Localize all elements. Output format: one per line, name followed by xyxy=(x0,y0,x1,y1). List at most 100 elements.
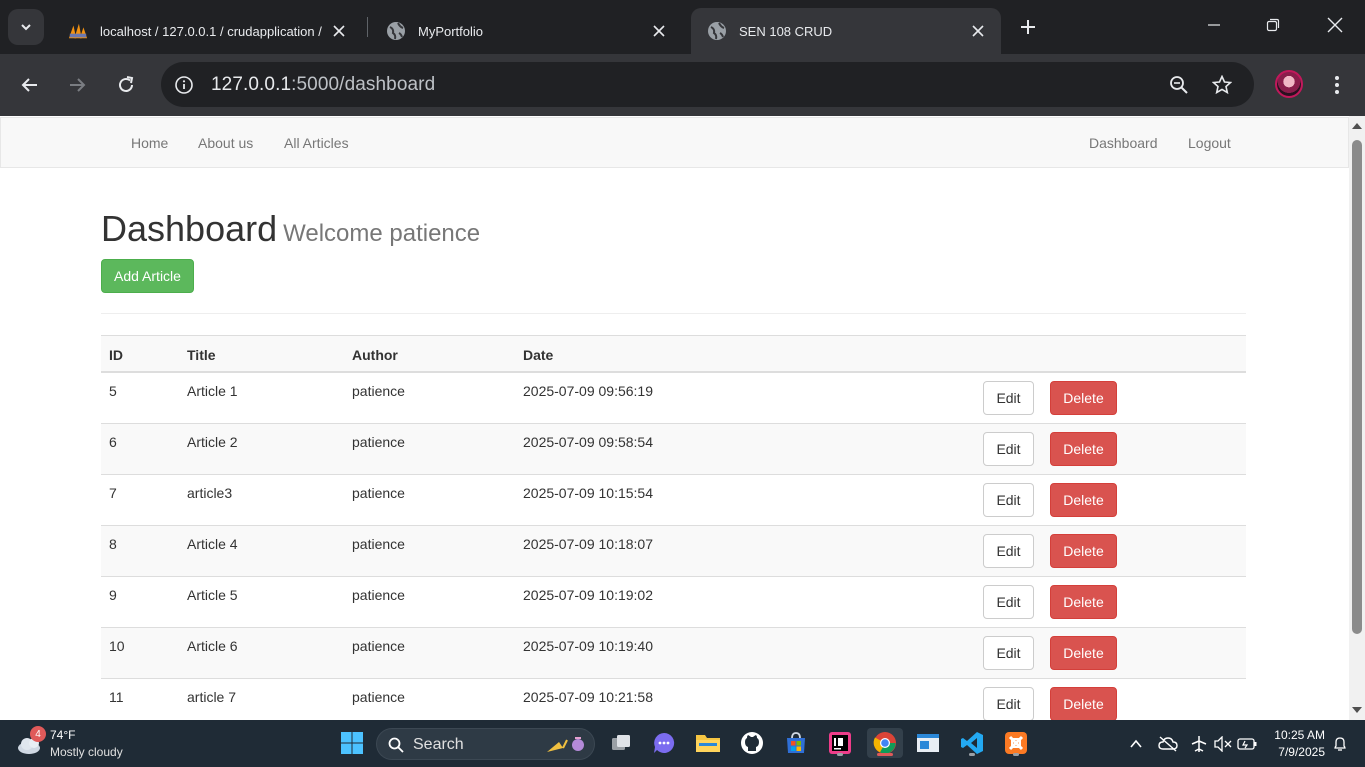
nav-link-home[interactable]: Home xyxy=(131,135,168,151)
microsoft-store-icon[interactable] xyxy=(781,728,811,758)
cell-id: 11 xyxy=(109,689,124,705)
cell-title: Article 5 xyxy=(187,587,238,603)
chat-icon[interactable] xyxy=(649,728,679,758)
cell-id: 7 xyxy=(109,485,117,501)
minimize-button[interactable] xyxy=(1199,10,1229,40)
close-icon xyxy=(1327,17,1343,33)
globe-icon xyxy=(386,21,406,41)
nav-link-about-us[interactable]: About us xyxy=(198,135,253,151)
cell-author: patience xyxy=(352,536,405,552)
github-icon[interactable] xyxy=(737,728,767,758)
chrome-icon[interactable] xyxy=(867,728,903,758)
address-bar[interactable]: 127.0.0.1:5000/dashboard xyxy=(161,62,1254,107)
edit-button[interactable]: Edit xyxy=(983,381,1034,415)
scroll-down-arrow-icon[interactable] xyxy=(1352,707,1362,713)
url-text[interactable]: 127.0.0.1:5000/dashboard xyxy=(211,74,435,96)
cell-id: 6 xyxy=(109,434,117,450)
reload-icon xyxy=(119,76,134,92)
cloud-offline-icon[interactable] xyxy=(1158,734,1178,754)
task-view-icon[interactable] xyxy=(606,728,636,758)
file-explorer-icon[interactable] xyxy=(693,728,723,758)
windows-start-icon[interactable] xyxy=(337,728,367,758)
site-navbar: Home About us All Articles Dashboard Log… xyxy=(0,117,1349,168)
tab-sen108-crud[interactable]: SEN 108 CRUD xyxy=(691,8,1001,54)
clock-time[interactable]: 10:25 AM xyxy=(1270,728,1325,742)
nav-link-all-articles[interactable]: All Articles xyxy=(284,135,349,151)
volume-muted-icon[interactable] xyxy=(1213,734,1233,754)
search-label: Search xyxy=(413,736,464,753)
edit-button[interactable]: Edit xyxy=(983,687,1034,720)
chevron-down-icon xyxy=(21,24,31,31)
cell-id: 5 xyxy=(109,383,117,399)
table-row: 8 Article 4 patience 2025-07-09 10:18:07… xyxy=(101,526,1246,577)
new-tab-button[interactable] xyxy=(1014,13,1042,41)
edit-button[interactable]: Edit xyxy=(983,534,1034,568)
zoom-icon[interactable] xyxy=(1166,72,1192,98)
edit-button[interactable]: Edit xyxy=(983,483,1034,517)
notification-center-icon[interactable] xyxy=(1330,734,1350,754)
header-title: Title xyxy=(187,347,216,363)
forward-button[interactable] xyxy=(61,69,93,101)
nav-link-logout[interactable]: Logout xyxy=(1188,135,1231,151)
delete-button[interactable]: Delete xyxy=(1050,534,1117,568)
more-menu-icon[interactable] xyxy=(1326,69,1348,101)
cell-author: patience xyxy=(352,587,405,603)
close-icon[interactable] xyxy=(650,22,668,40)
profile-avatar[interactable] xyxy=(1275,70,1303,98)
cell-date: 2025-07-09 09:58:54 xyxy=(523,434,653,450)
plus-icon xyxy=(1021,20,1035,34)
intellij-icon[interactable] xyxy=(825,728,855,758)
delete-button[interactable]: Delete xyxy=(1050,585,1117,619)
vscode-icon[interactable] xyxy=(957,728,987,758)
running-indicator xyxy=(1013,753,1019,756)
page-title-text: Dashboard xyxy=(101,208,278,249)
header-author: Author xyxy=(352,347,398,363)
weather-temperature[interactable]: 74°F xyxy=(50,728,75,742)
app-window-icon[interactable] xyxy=(913,728,943,758)
running-indicator xyxy=(969,753,975,756)
cell-title: article 7 xyxy=(187,689,237,705)
scroll-thumb[interactable] xyxy=(1352,140,1362,634)
clock-date[interactable]: 7/9/2025 xyxy=(1270,745,1325,759)
add-article-button[interactable]: Add Article xyxy=(101,259,194,293)
cell-author: patience xyxy=(352,638,405,654)
globe-icon xyxy=(707,21,727,41)
scroll-up-arrow-icon[interactable] xyxy=(1352,123,1362,129)
battery-icon[interactable] xyxy=(1237,734,1257,754)
cell-title: Article 2 xyxy=(187,434,238,450)
nav-link-dashboard[interactable]: Dashboard xyxy=(1089,135,1158,151)
restore-button[interactable] xyxy=(1258,10,1288,40)
close-icon[interactable] xyxy=(330,22,348,40)
welcome-subtitle: Welcome patience xyxy=(283,220,481,247)
airplane-mode-icon[interactable] xyxy=(1189,734,1209,754)
bookmark-star-icon[interactable] xyxy=(1209,72,1235,98)
close-icon[interactable] xyxy=(969,22,987,40)
delete-button[interactable]: Delete xyxy=(1050,483,1117,517)
cell-title: Article 4 xyxy=(187,536,238,552)
page-scrollbar[interactable] xyxy=(1349,116,1365,720)
tab-title: MyPortfolio xyxy=(418,23,484,39)
delete-button[interactable]: Delete xyxy=(1050,381,1117,415)
tab-phpmyadmin[interactable]: localhost / 127.0.0.1 / crudapplication … xyxy=(52,8,362,54)
edit-button[interactable]: Edit xyxy=(983,636,1034,670)
delete-button[interactable]: Delete xyxy=(1050,636,1117,670)
edit-button[interactable]: Edit xyxy=(983,585,1034,619)
delete-button[interactable]: Delete xyxy=(1050,432,1117,466)
tab-myportfolio[interactable]: MyPortfolio xyxy=(370,8,682,54)
cell-id: 8 xyxy=(109,536,117,552)
edit-button[interactable]: Edit xyxy=(983,432,1034,466)
search-highlight-icon xyxy=(547,737,584,752)
reload-button[interactable] xyxy=(110,69,142,101)
back-button[interactable] xyxy=(14,69,46,101)
info-icon[interactable] xyxy=(171,72,197,98)
cell-title: article3 xyxy=(187,485,233,501)
taskbar-search-box[interactable]: Search xyxy=(376,728,595,760)
close-window-button[interactable] xyxy=(1320,10,1350,40)
weather-description[interactable]: Mostly cloudy xyxy=(50,745,123,759)
delete-button[interactable]: Delete xyxy=(1050,687,1117,720)
tab-search-button[interactable] xyxy=(8,9,44,45)
xampp-icon[interactable] xyxy=(1001,728,1031,758)
header-id: ID xyxy=(109,347,123,363)
chevron-up-icon[interactable] xyxy=(1126,734,1146,754)
articles-table: ID Title Author Date 5 Article 1 patienc… xyxy=(101,335,1246,720)
